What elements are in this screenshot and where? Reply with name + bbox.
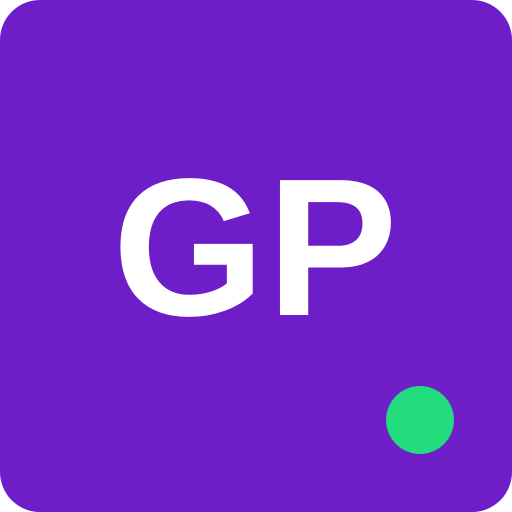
avatar: GP	[0, 0, 512, 512]
online-status-dot-icon	[386, 386, 454, 454]
avatar-initials: GP	[112, 138, 400, 357]
